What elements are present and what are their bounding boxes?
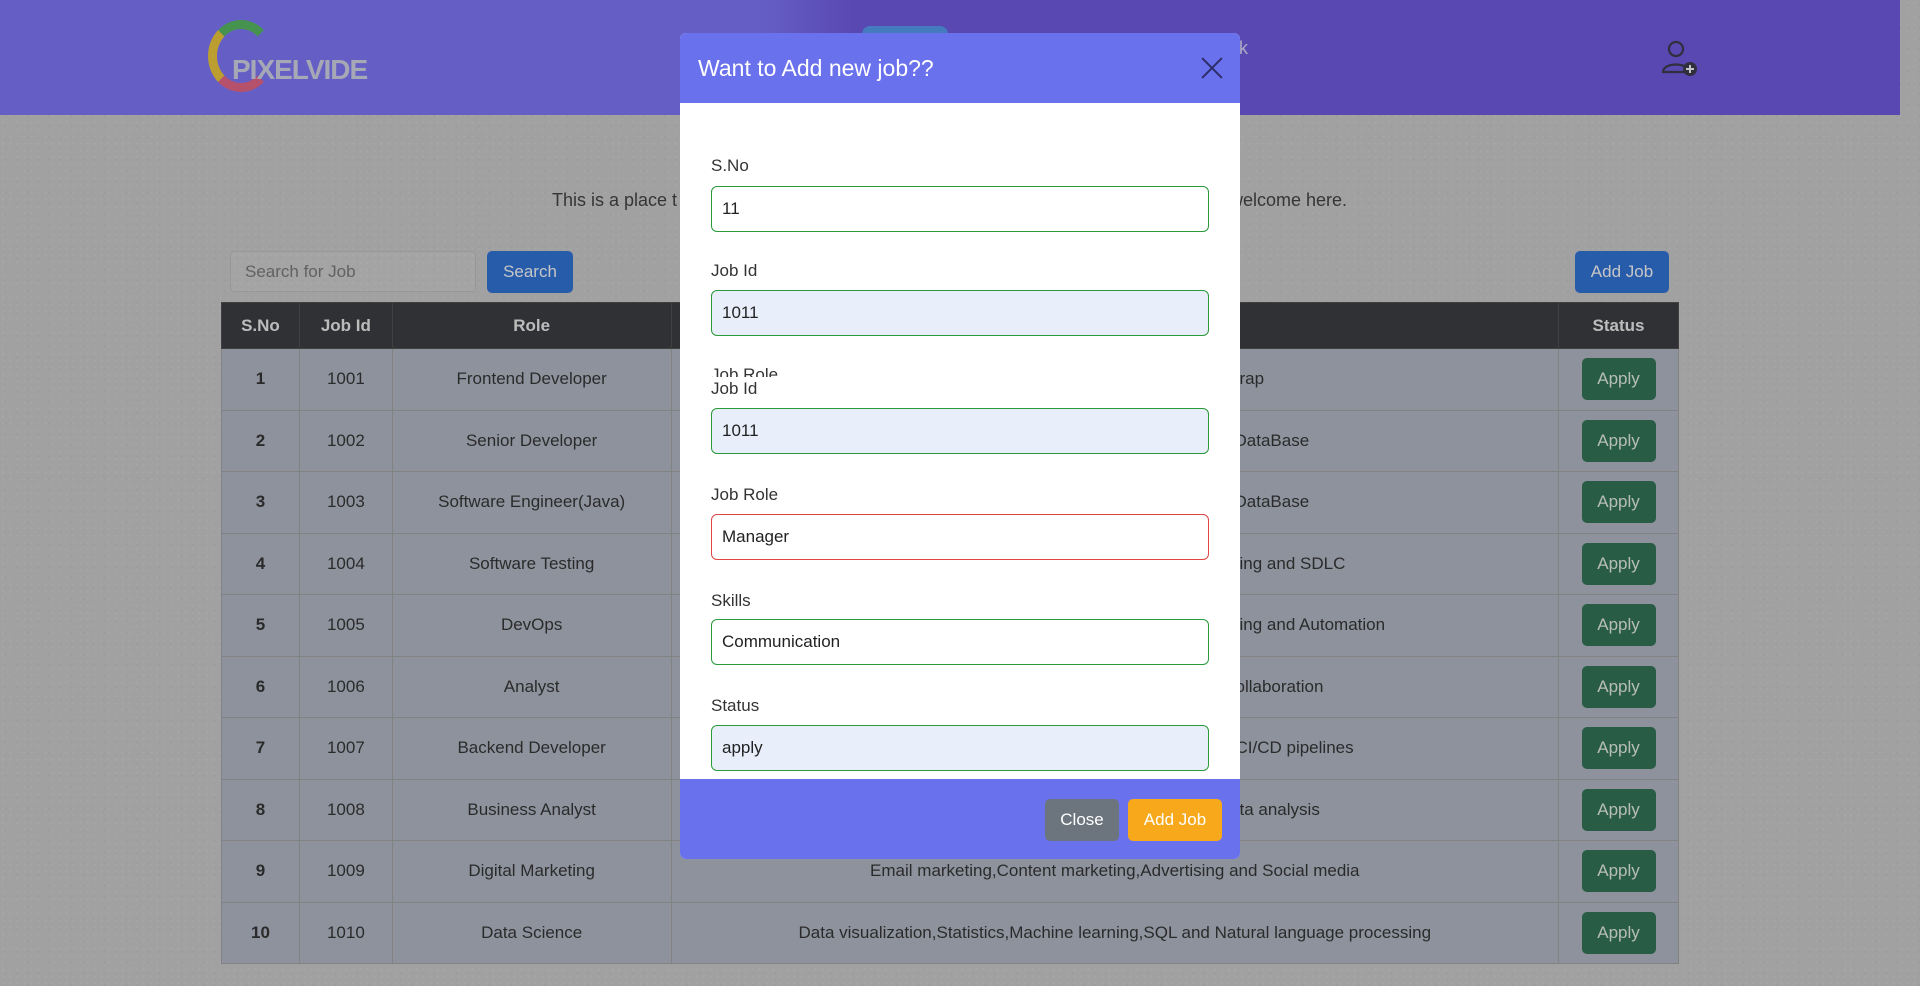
add-job-submit-button[interactable]: Add Job (1128, 799, 1222, 841)
modal-body: S.No Job Id Job Role Job Id Job Role Ski… (680, 103, 1240, 811)
clipped-job-role-label: Job Role (711, 367, 779, 377)
job-id-label: Job Id (711, 261, 758, 280)
job-id-field-duplicate[interactable] (711, 408, 1209, 454)
sno-field[interactable] (711, 186, 1209, 232)
status-label: Status (711, 696, 760, 715)
job-role-field[interactable] (711, 514, 1209, 560)
skills-label: Skills (711, 591, 751, 610)
job-id-field[interactable] (711, 290, 1209, 336)
modal-title: Want to Add new job?? (698, 54, 934, 81)
add-job-modal: Want to Add new job?? S.No Job Id Job Ro… (680, 33, 1240, 859)
close-button[interactable]: Close (1045, 799, 1119, 841)
close-icon[interactable] (1200, 56, 1224, 80)
job-role-label: Job Role (711, 485, 779, 504)
modal-footer: Close Add Job (680, 779, 1240, 859)
status-field[interactable] (711, 725, 1209, 771)
sno-label: S.No (711, 156, 749, 175)
skills-field[interactable] (711, 619, 1209, 665)
modal-header: Want to Add new job?? (680, 33, 1240, 103)
job-id-label-duplicate: Job Id (711, 379, 758, 398)
